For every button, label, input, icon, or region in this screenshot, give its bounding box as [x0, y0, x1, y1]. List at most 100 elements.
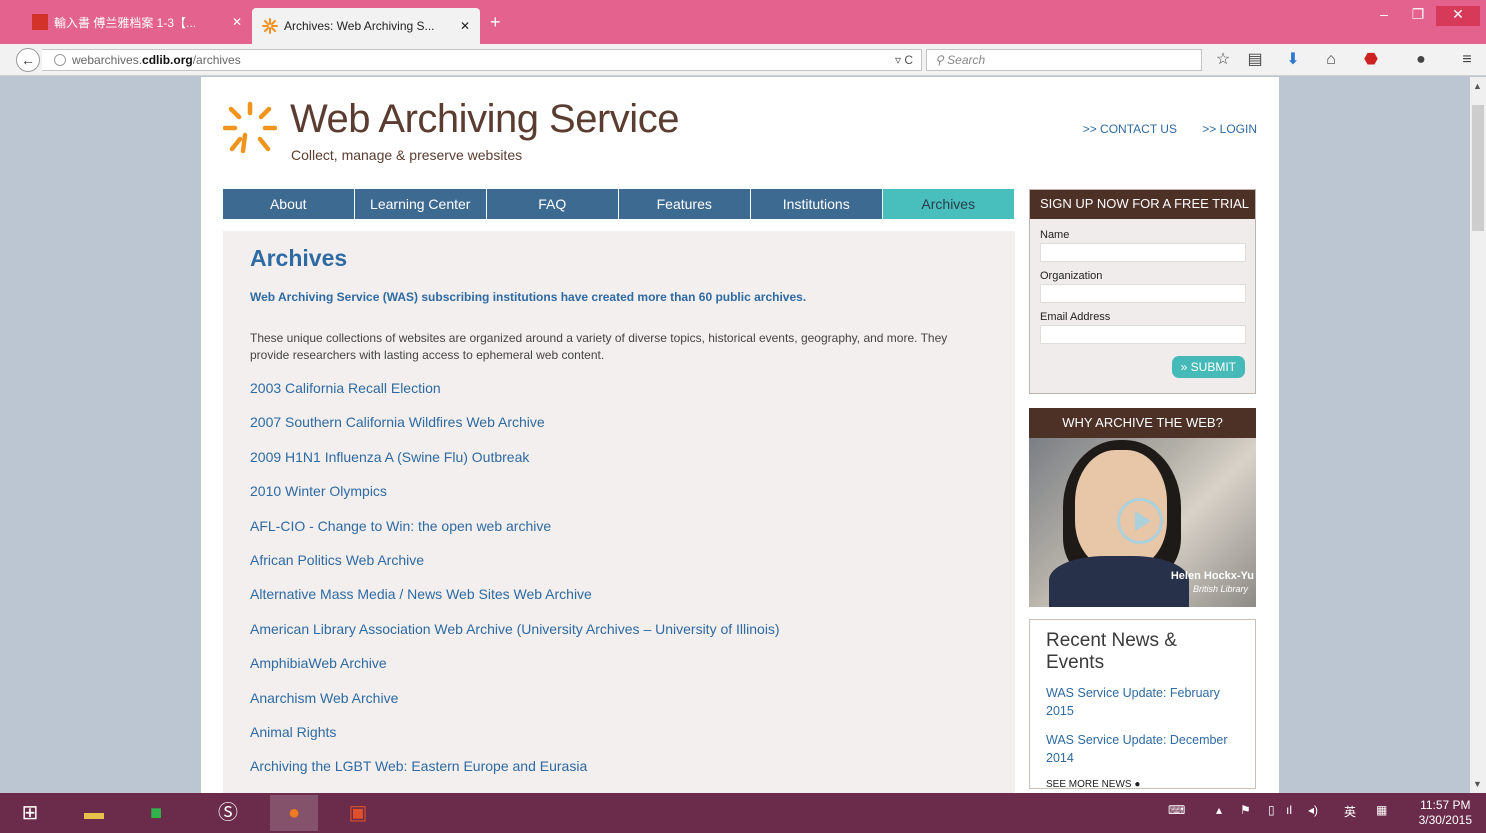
- video-person-shirt: [1049, 556, 1189, 607]
- search-input[interactable]: ⚲ Search: [926, 49, 1202, 71]
- firefox-icon[interactable]: ●: [270, 795, 318, 831]
- menu-icon[interactable]: ≡: [1456, 50, 1478, 70]
- was-logo-icon: [262, 18, 278, 34]
- video-person-name: Helen Hockx-Yu: [1170, 570, 1254, 582]
- archive-link[interactable]: 2007 Southern California Wildfires Web A…: [250, 414, 988, 448]
- page-container: Web Archiving Service Collect, manage & …: [201, 77, 1279, 793]
- clock-date: 3/30/2015: [1418, 813, 1472, 827]
- file-explorer-icon[interactable]: ▬: [70, 795, 118, 831]
- tray-expand-icon[interactable]: ▴: [1216, 803, 1222, 817]
- search-icon: ⚲: [935, 53, 944, 67]
- archive-link[interactable]: Archiving the LGBT Web: Eastern Europe a…: [250, 758, 988, 792]
- url-prefix: webarchives.: [72, 53, 143, 67]
- submit-button[interactable]: » SUBMIT: [1171, 356, 1245, 378]
- globe-icon: [54, 54, 66, 66]
- play-icon[interactable]: [1117, 498, 1163, 544]
- nav-archives[interactable]: Archives: [883, 189, 1014, 219]
- nav-about[interactable]: About: [223, 189, 354, 219]
- ime-mode-icon[interactable]: ▦: [1376, 803, 1387, 817]
- back-button[interactable]: ←: [16, 48, 40, 72]
- news-item[interactable]: WAS Service Update: December 2014: [1046, 731, 1239, 767]
- minimize-button[interactable]: –: [1370, 6, 1398, 26]
- login-link[interactable]: >> LOGIN: [1202, 122, 1257, 136]
- skype-icon[interactable]: Ⓢ: [204, 795, 252, 831]
- was-logo-icon[interactable]: [223, 101, 277, 155]
- archive-link[interactable]: 2009 H1N1 Influenza A (Swine Flu) Outbre…: [250, 449, 988, 483]
- archive-link[interactable]: Anarchism Web Archive: [250, 690, 988, 724]
- description-text: These unique collections of websites are…: [250, 331, 948, 362]
- top-links: >> CONTACT US >> LOGIN: [1061, 122, 1257, 136]
- organization-field[interactable]: [1040, 284, 1246, 303]
- flag-icon[interactable]: ⚑: [1240, 803, 1251, 817]
- signup-form: SIGN UP NOW FOR A FREE TRIAL Name Organi…: [1029, 189, 1256, 394]
- tab-title: Archives: Web Archiving S...: [284, 19, 435, 33]
- chat-icon[interactable]: ●: [1410, 50, 1432, 70]
- site-tagline: Collect, manage & preserve websites: [291, 147, 523, 163]
- main-content: Archives Web Archiving Service (WAS) sub…: [223, 231, 1015, 793]
- signal-icon[interactable]: ıl: [1286, 803, 1292, 817]
- scroll-down-icon[interactable]: ▼: [1473, 779, 1482, 789]
- archive-link[interactable]: AmphibiaWeb Archive: [250, 655, 988, 689]
- intro-text: Web Archiving Service (WAS) subscribing …: [250, 290, 807, 304]
- archive-list: 2003 California Recall Election 2007 Sou…: [250, 380, 988, 793]
- office-app-icon[interactable]: ▣: [334, 795, 382, 831]
- video-panel: WHY ARCHIVE THE WEB? Helen Hockx-Yu Brit…: [1029, 408, 1256, 607]
- email-field[interactable]: [1040, 325, 1246, 344]
- archive-link[interactable]: Animal Rights: [250, 724, 988, 758]
- system-clock[interactable]: 11:57 PM 3/30/2015: [1419, 798, 1472, 828]
- adblock-icon[interactable]: ⬣: [1360, 50, 1382, 70]
- close-tab-icon[interactable]: ✕: [224, 15, 242, 29]
- browser-navbar: ← webarchives.cdlib.org/archives ▿ C ⚲ S…: [0, 44, 1486, 76]
- nav-learning-center[interactable]: Learning Center: [355, 189, 486, 219]
- search-placeholder: Search: [947, 53, 986, 67]
- arrow-circle-icon: ●: [1134, 779, 1141, 790]
- ime-indicator[interactable]: 英: [1344, 803, 1356, 820]
- close-window-button[interactable]: ✕: [1436, 6, 1480, 26]
- archive-link[interactable]: 2010 Winter Olympics: [250, 483, 988, 517]
- home-icon[interactable]: ⌂: [1320, 50, 1342, 70]
- email-label: Email Address: [1040, 311, 1111, 323]
- scroll-up-icon[interactable]: ▲: [1473, 81, 1482, 91]
- see-more-news-link[interactable]: SEE MORE NEWS ●: [1046, 779, 1239, 790]
- battery-icon[interactable]: ▯: [1268, 803, 1275, 817]
- store-icon[interactable]: ■: [132, 795, 180, 831]
- keyboard-icon[interactable]: ⌨: [1168, 803, 1185, 817]
- tab-inactive[interactable]: 輸入書 傅兰雅档案 1-3【... ✕: [22, 8, 252, 36]
- volume-icon[interactable]: ◂): [1308, 803, 1318, 817]
- page-title: Archives: [250, 245, 348, 271]
- news-item[interactable]: WAS Service Update: February 2015: [1046, 684, 1239, 720]
- name-field[interactable]: [1040, 243, 1246, 262]
- archive-link[interactable]: AFL-CIO - Change to Win: the open web ar…: [250, 518, 988, 552]
- url-host: cdlib.org: [142, 53, 193, 67]
- restore-button[interactable]: ❐: [1404, 6, 1432, 26]
- archive-link[interactable]: American Library Association Web Archive…: [250, 621, 988, 655]
- nav-faq[interactable]: FAQ: [487, 189, 618, 219]
- tab-title: 輸入書 傅兰雅档案 1-3【...: [54, 15, 197, 30]
- downloads-icon[interactable]: ⬇: [1282, 50, 1304, 70]
- see-more-label: SEE MORE NEWS: [1046, 779, 1132, 790]
- vertical-scrollbar[interactable]: ▲ ▼: [1470, 77, 1486, 793]
- close-tab-icon[interactable]: ✕: [452, 19, 470, 33]
- taskbar: ⊞ ▬ ■ Ⓢ ● ▣ ⌨ ▴ ⚑ ▯ ıl ◂) 英 ▦ 11:57 PM 3…: [0, 793, 1486, 833]
- site-brand[interactable]: Web Archiving Service: [290, 97, 679, 142]
- url-path: /archives: [192, 53, 241, 67]
- news-panel: Recent News & Events WAS Service Update:…: [1029, 619, 1256, 790]
- bookmark-star-icon[interactable]: ☆: [1212, 50, 1234, 70]
- scrollbar-thumb[interactable]: [1472, 105, 1484, 231]
- contact-us-link[interactable]: >> CONTACT US: [1083, 122, 1177, 136]
- tab-active[interactable]: Archives: Web Archiving S... ✕: [252, 8, 480, 44]
- nav-features[interactable]: Features: [619, 189, 750, 219]
- archive-link[interactable]: African Politics Web Archive: [250, 552, 988, 586]
- url-bar[interactable]: webarchives.cdlib.org/archives ▿ C: [42, 49, 922, 71]
- video-person-org: British Library: [1192, 584, 1248, 594]
- nav-institutions[interactable]: Institutions: [751, 189, 882, 219]
- name-label: Name: [1040, 229, 1070, 241]
- archive-link[interactable]: 2003 California Recall Election: [250, 380, 988, 414]
- reload-icon[interactable]: ▿ C: [895, 50, 913, 70]
- archive-link[interactable]: Alternative Mass Media / News Web Sites …: [250, 586, 988, 620]
- video-thumbnail[interactable]: Helen Hockx-Yu British Library: [1029, 438, 1256, 607]
- new-tab-button[interactable]: +: [490, 12, 501, 33]
- bookmarks-menu-icon[interactable]: ▤: [1244, 50, 1266, 70]
- news-heading: Recent News & Events: [1046, 630, 1177, 673]
- windows-start-icon[interactable]: ⊞: [6, 795, 54, 831]
